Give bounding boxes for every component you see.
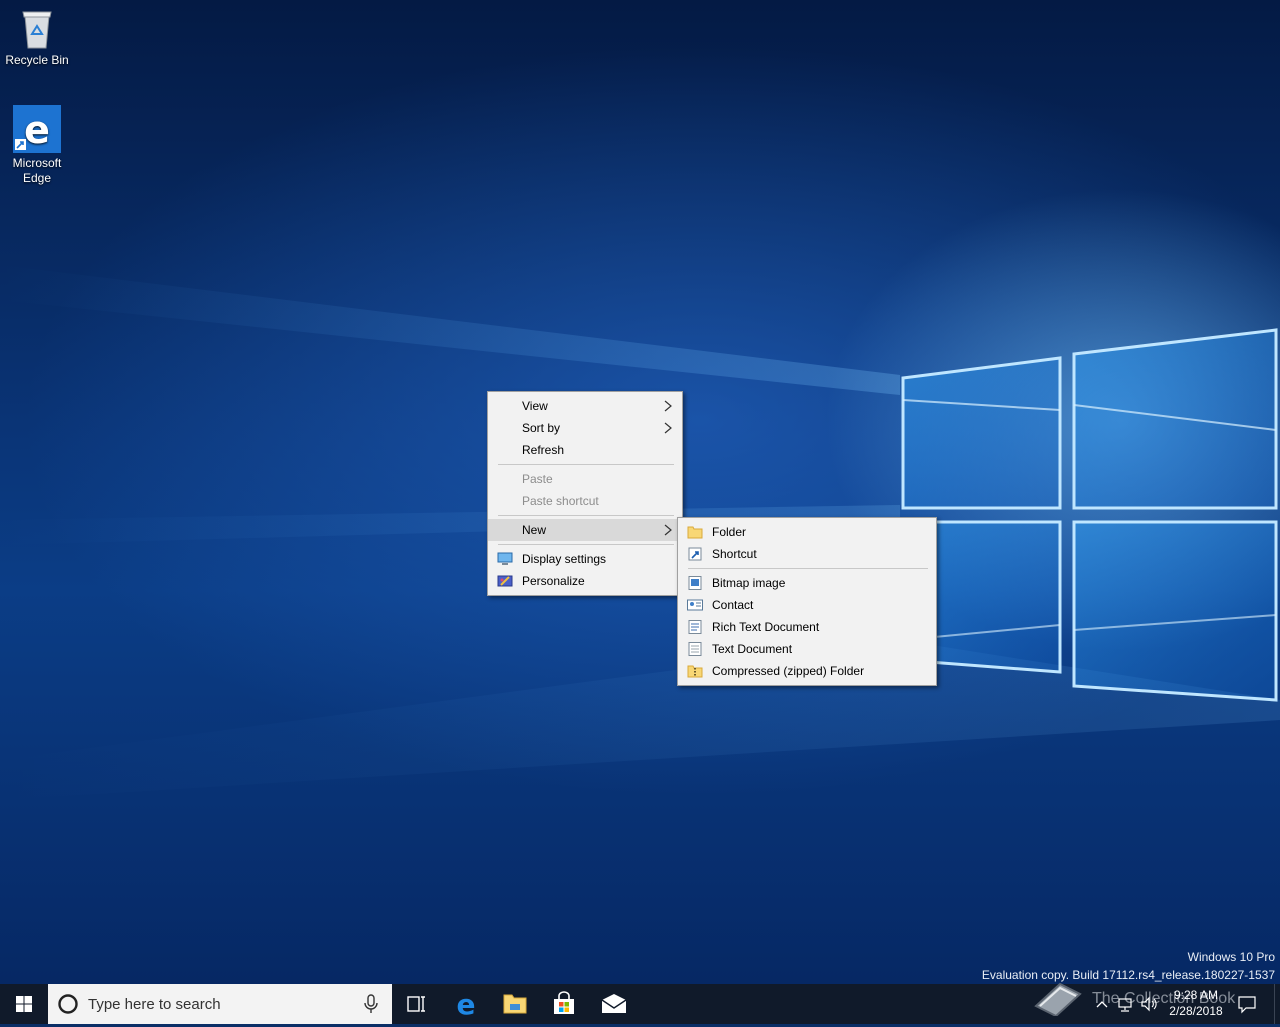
chevron-right-icon: [664, 400, 672, 412]
menu-item-view[interactable]: View: [488, 395, 682, 417]
volume-button[interactable]: [1140, 994, 1158, 1014]
desktop-icon-microsoft-edge[interactable]: e Microsoft Edge: [0, 105, 74, 186]
edge-icon: e: [13, 105, 61, 153]
menu-item-sort-by[interactable]: Sort by: [488, 417, 682, 439]
start-button[interactable]: [0, 984, 48, 1024]
taskbar-mail-button[interactable]: [590, 984, 638, 1024]
new-item-shortcut[interactable]: Shortcut: [678, 543, 936, 565]
new-item-rich-text-document-label: Rich Text Document: [712, 620, 820, 634]
chevron-up-icon: [1096, 1001, 1108, 1008]
show-hidden-icons-button[interactable]: [1094, 994, 1110, 1014]
search-placeholder: Type here to search: [88, 996, 221, 1013]
taskbar: Type here to search e The Collection Boo…: [0, 982, 1280, 1024]
menu-item-display-settings[interactable]: Display settings: [488, 548, 682, 570]
watermark-edition: Windows 10 Pro: [1187, 950, 1275, 964]
watermark-build: Evaluation copy. Build 17112.rs4_release…: [981, 968, 1275, 982]
new-item-rich-text-document[interactable]: Rich Text Document: [678, 616, 936, 638]
taskbar-search-box[interactable]: Type here to search: [48, 984, 392, 1024]
menu-item-display-settings-label: Display settings: [522, 552, 607, 566]
shortcut-icon: [688, 547, 702, 561]
personalize-icon: [497, 575, 513, 587]
menu-separator: [498, 515, 674, 516]
new-item-contact-label: Contact: [712, 598, 754, 612]
new-item-text-document[interactable]: Text Document: [678, 638, 936, 660]
folder-icon: [687, 526, 703, 539]
show-desktop-button[interactable]: [1274, 984, 1280, 1024]
task-view-button[interactable]: [392, 984, 440, 1024]
new-item-folder[interactable]: Folder: [678, 521, 936, 543]
rich-text-icon: [688, 620, 702, 634]
menu-separator: [498, 464, 674, 465]
menu-item-sort-by-label: Sort by: [522, 421, 561, 435]
windows-build-watermark: Windows 10 Pro Evaluation copy. Build 17…: [982, 950, 1275, 985]
edge-icon: e: [457, 988, 476, 1021]
recycle-bin-icon: [17, 6, 57, 50]
menu-item-paste-shortcut-label: Paste shortcut: [522, 494, 599, 508]
network-icon: [1118, 998, 1132, 1012]
menu-separator: [688, 568, 928, 569]
edge-label-line2: Edge: [22, 171, 52, 185]
taskbar-edge-button[interactable]: e: [442, 984, 490, 1024]
chevron-right-icon: [664, 524, 672, 536]
new-item-compressed-folder[interactable]: Compressed (zipped) Folder: [678, 660, 936, 682]
contact-icon: [687, 599, 703, 611]
cortana-icon: [58, 994, 78, 1014]
action-center-button[interactable]: [1236, 994, 1258, 1014]
new-item-contact[interactable]: Contact: [678, 594, 936, 616]
menu-item-refresh[interactable]: Refresh: [488, 439, 682, 461]
menu-item-refresh-label: Refresh: [522, 443, 565, 457]
volume-icon: [1141, 996, 1157, 1012]
zip-folder-icon: [687, 665, 703, 678]
menu-item-paste-label: Paste: [522, 472, 553, 486]
desktop-context-menu: View Sort by Refresh Paste Paste shortcu…: [487, 391, 683, 596]
menu-item-new-label: New: [522, 523, 547, 537]
desktop-icon-recycle-bin[interactable]: Recycle Bin: [0, 6, 74, 68]
taskbar-file-explorer-button[interactable]: [491, 984, 539, 1024]
bitmap-icon: [688, 576, 702, 590]
svg-text:e: e: [457, 988, 476, 1021]
microphone-icon[interactable]: [363, 994, 379, 1014]
new-item-text-document-label: Text Document: [712, 642, 793, 656]
taskbar-store-button[interactable]: [540, 984, 588, 1024]
clock-date: 2/28/2018: [1169, 1004, 1223, 1018]
display-settings-icon: [497, 552, 513, 565]
book-overlay-icon: [1034, 982, 1082, 1016]
edge-label-line1: Microsoft: [12, 156, 62, 170]
menu-item-new[interactable]: New: [488, 519, 682, 541]
menu-separator: [498, 544, 674, 545]
store-icon: [554, 991, 574, 1014]
recycle-bin-label: Recycle Bin: [5, 53, 69, 67]
new-item-bitmap-image-label: Bitmap image: [712, 576, 786, 590]
clock-button[interactable]: 9:28 AM 2/28/2018: [1160, 986, 1232, 1022]
svg-text:e: e: [24, 108, 50, 152]
new-item-folder-label: Folder: [712, 525, 747, 539]
menu-item-view-label: View: [522, 399, 548, 413]
new-submenu: Folder Shortcut Bitmap image Contact Ric…: [677, 517, 937, 686]
new-item-compressed-folder-label: Compressed (zipped) Folder: [712, 664, 865, 678]
windows-logo-icon: [16, 996, 32, 1012]
menu-item-personalize-label: Personalize: [522, 574, 585, 588]
new-item-bitmap-image[interactable]: Bitmap image: [678, 572, 936, 594]
notifications-icon: [1238, 996, 1256, 1014]
menu-item-paste-shortcut: Paste shortcut: [488, 490, 682, 512]
new-item-shortcut-label: Shortcut: [712, 547, 757, 561]
menu-item-paste: Paste: [488, 468, 682, 490]
mail-icon: [601, 994, 627, 1013]
menu-item-personalize[interactable]: Personalize: [488, 570, 682, 592]
file-explorer-icon: [503, 994, 527, 1014]
text-document-icon: [688, 642, 702, 656]
network-button[interactable]: [1116, 994, 1134, 1014]
chevron-right-icon: [664, 422, 672, 434]
task-view-icon: [407, 996, 425, 1012]
clock-time: 9:28 AM: [1173, 988, 1219, 1002]
